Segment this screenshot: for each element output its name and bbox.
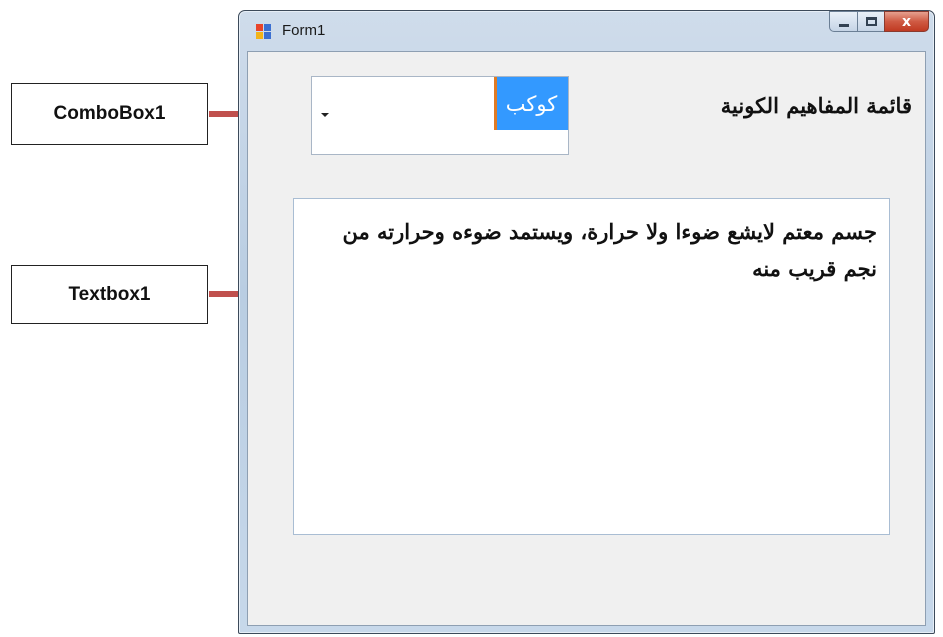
combobox-selected-text: كوكب — [505, 91, 558, 116]
close-button[interactable]: x — [884, 11, 929, 32]
form-client-area: قائمة المفاهيم الكونية كوكب جسم معتم لاي… — [247, 51, 926, 626]
maximize-icon — [865, 17, 877, 26]
dropdown-arrow-icon[interactable] — [321, 113, 329, 117]
form-window: Form1 x قائمة المفاهيم الكونية كوكب جسم … — [238, 10, 935, 634]
close-icon: x — [901, 13, 912, 30]
text-caret — [494, 77, 497, 130]
definition-text: جسم معتم لايشع ضوءا ولا حرارة، ويستمد ضو… — [342, 219, 877, 281]
combobox-selected-value: كوكب — [494, 77, 568, 130]
concept-list-label: قائمة المفاهيم الكونية — [720, 93, 912, 118]
window-title: Form1 — [282, 22, 326, 39]
minimize-button[interactable] — [829, 11, 857, 32]
textbox-callout: Textbox1 — [11, 265, 208, 324]
title-bar[interactable]: Form1 x — [239, 11, 934, 51]
minimize-icon — [838, 24, 849, 27]
caption-buttons: x — [829, 11, 929, 33]
form-icon — [256, 24, 272, 40]
maximize-button[interactable] — [857, 11, 884, 32]
combobox-callout: ComboBox1 — [11, 83, 208, 145]
textbox-callout-label: Textbox1 — [68, 283, 151, 305]
definition-textbox[interactable]: جسم معتم لايشع ضوءا ولا حرارة، ويستمد ضو… — [293, 198, 890, 535]
combobox-callout-label: ComboBox1 — [53, 103, 166, 124]
concept-combobox[interactable]: كوكب — [311, 76, 569, 155]
